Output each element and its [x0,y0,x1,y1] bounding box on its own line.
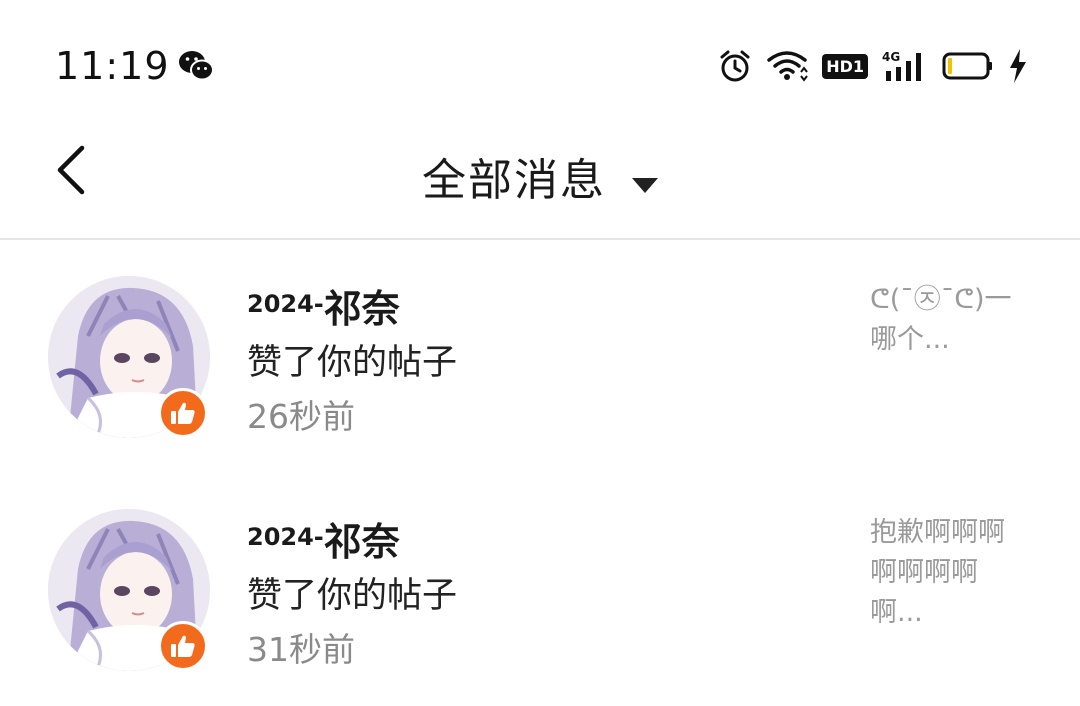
message-item[interactable]: 2024-祁奈 赞了你的帖子 31秒前 抱歉啊啊啊啊啊啊啊啊... [0,473,1080,706]
top-bar: 全部消息 [0,130,1080,240]
title-dropdown[interactable]: 全部消息 [0,144,1080,208]
network-type-label: 4G [882,50,900,64]
action-text: 赞了你的帖子 [247,343,458,383]
hd-icon: HD1 [822,53,868,79]
alarm-icon [720,50,750,82]
action-text: 赞了你的帖子 [247,576,458,616]
wechat-icon [179,51,214,81]
message-item[interactable]: 2024-祁奈 赞了你的帖子 26秒前 ᕦ(¯㉨¯ᕦ)一哪个... [0,240,1080,473]
user-name-suffix: 祁奈 [323,287,400,331]
status-time: 11:19 [55,44,170,88]
wifi-icon [767,51,808,82]
caret-down-icon[interactable] [632,178,658,193]
message-list: 2024-祁奈 赞了你的帖子 26秒前 ᕦ(¯㉨¯ᕦ)一哪个... 2024-祁… [0,240,1080,706]
post-preview[interactable]: ᕦ(¯㉨¯ᕦ)一哪个... [870,280,1030,360]
thumbs-up-icon [171,635,195,657]
signal-icon: 4G [882,50,921,81]
like-badge [158,621,208,671]
charging-icon [1010,49,1026,83]
status-bar: 11:19 HD1 4G [0,0,1080,130]
like-badge [158,388,208,438]
user-name-suffix: 祁奈 [323,520,400,564]
page-title: 全部消息 [422,155,606,206]
user-name-prefix: 2024- [247,523,324,551]
timestamp: 31秒前 [247,630,355,669]
user-name[interactable]: 2024-祁奈 [247,278,400,333]
post-preview[interactable]: 抱歉啊啊啊啊啊啊啊啊... [870,513,1030,633]
status-icons: HD1 4G [718,46,1028,86]
battery-icon [942,52,992,80]
thumbs-up-icon [171,402,195,424]
timestamp: 26秒前 [247,397,355,436]
user-name-prefix: 2024- [247,290,324,318]
user-name[interactable]: 2024-祁奈 [247,511,400,566]
